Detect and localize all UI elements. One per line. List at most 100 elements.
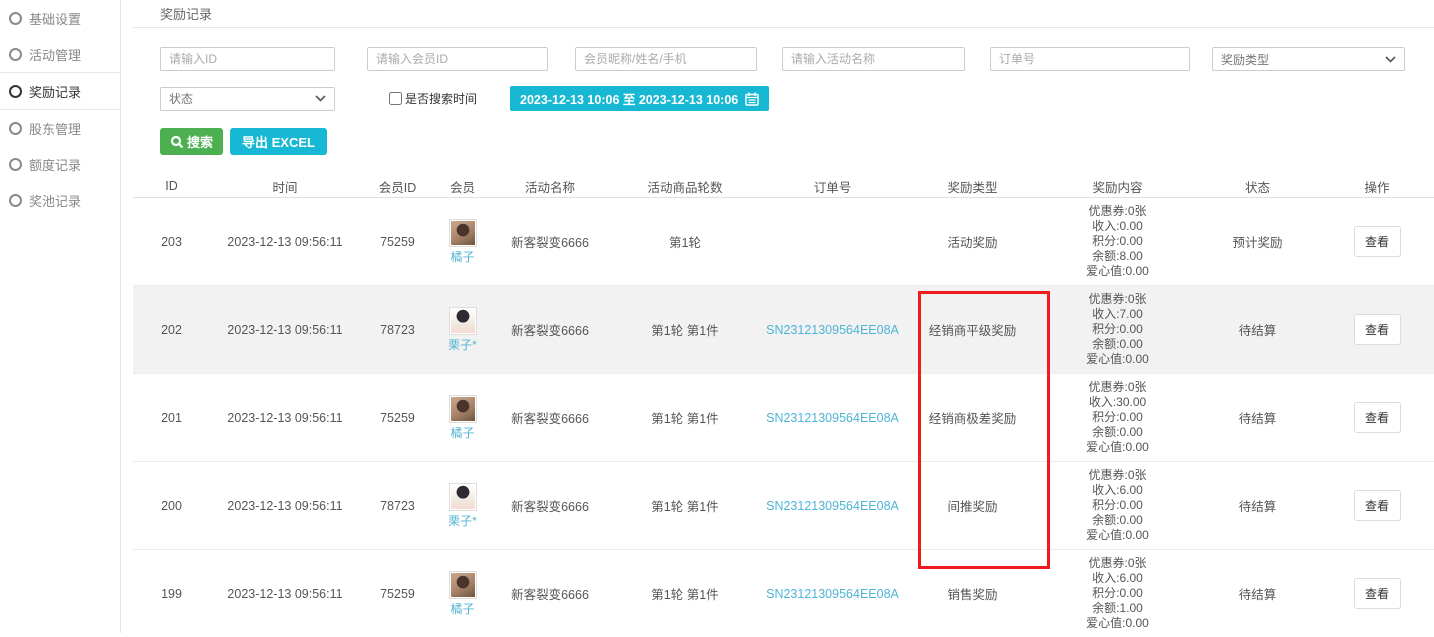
sidebar-item-basic-settings[interactable]: 基础设置 — [0, 0, 120, 36]
view-button[interactable]: 查看 — [1354, 490, 1401, 521]
row-reward-type: 活动奖励 — [905, 198, 1040, 286]
table-row: 2012023-12-13 09:56:1175259橘子新客裂变6666第1轮… — [133, 374, 1434, 462]
row-id: 203 — [133, 198, 210, 286]
col-header-order: 订单号 — [760, 175, 905, 198]
sidebar-item-label: 活动管理 — [29, 45, 81, 64]
row-time: 2023-12-13 09:56:11 — [210, 550, 360, 637]
sidebar-item-quota-records[interactable]: 额度记录 — [0, 146, 120, 182]
reward-content-line: 收入:6.00 — [1040, 571, 1195, 586]
view-button[interactable]: 查看 — [1354, 578, 1401, 609]
row-order: SN23121309564EE08A — [760, 462, 905, 550]
col-header-reward-content: 奖励内容 — [1040, 175, 1195, 198]
row-round: 第1轮 第1件 — [610, 374, 760, 462]
reward-content-line: 积分:0.00 — [1040, 498, 1195, 513]
order-number-link[interactable]: SN23121309564EE08A — [766, 499, 899, 513]
row-member: 橘子 — [435, 550, 490, 637]
row-reward-type: 间推奖励 — [905, 462, 1040, 550]
row-member: 橘子 — [435, 198, 490, 286]
row-action: 查看 — [1320, 374, 1434, 462]
row-round: 第1轮 第1件 — [610, 462, 760, 550]
col-header-time: 时间 — [210, 175, 360, 198]
search-time-checkbox-group: 是否搜索时间 — [389, 90, 477, 107]
radio-circle-icon — [9, 194, 22, 207]
row-status: 预计奖励 — [1195, 198, 1320, 286]
search-time-checkbox[interactable] — [389, 92, 402, 105]
member-id-input[interactable] — [367, 47, 548, 71]
col-header-round: 活动商品轮数 — [610, 175, 760, 198]
row-activity: 新客裂变6666 — [490, 462, 610, 550]
member-name-link[interactable]: 栗子* — [448, 336, 477, 353]
row-order: SN23121309564EE08A — [760, 550, 905, 637]
row-reward-content: 优惠券:0张收入:6.00积分:0.00余额:0.00爱心值:0.00 — [1040, 462, 1195, 550]
member-name-link[interactable]: 橘子 — [450, 600, 474, 617]
sidebar-item-shareholder-management[interactable]: 股东管理 — [0, 110, 120, 146]
sidebar: 基础设置 活动管理 奖励记录 股东管理 额度记录 奖池记录 — [0, 0, 121, 633]
status-select[interactable]: 状态 — [160, 87, 335, 111]
view-button[interactable]: 查看 — [1354, 402, 1401, 433]
search-button[interactable]: 搜索 — [160, 128, 223, 155]
reward-content-line: 优惠券:0张 — [1040, 380, 1195, 395]
order-number-link[interactable]: SN23121309564EE08A — [766, 323, 899, 337]
row-activity: 新客裂变6666 — [490, 550, 610, 637]
date-range-text: 2023-12-13 10:06 至 2023-12-13 10:06 — [520, 89, 738, 108]
row-member: 橘子 — [435, 374, 490, 462]
member-name-link[interactable]: 橘子 — [450, 424, 474, 441]
row-id: 199 — [133, 550, 210, 637]
reward-type-select[interactable]: 奖励类型 — [1212, 47, 1405, 71]
row-member-id: 78723 — [360, 286, 435, 374]
row-action: 查看 — [1320, 286, 1434, 374]
member-avatar — [449, 571, 477, 599]
export-excel-button[interactable]: 导出 EXCEL — [230, 128, 327, 155]
reward-content-line: 优惠券:0张 — [1040, 468, 1195, 483]
row-status: 待结算 — [1195, 374, 1320, 462]
sidebar-item-label: 奖励记录 — [29, 82, 81, 101]
reward-content-line: 爱心值:0.00 — [1040, 264, 1195, 279]
sidebar-item-label: 股东管理 — [29, 119, 81, 138]
activity-name-input[interactable] — [782, 47, 965, 71]
table-row: 1992023-12-13 09:56:1175259橘子新客裂变6666第1轮… — [133, 550, 1434, 637]
search-time-checkbox-label[interactable]: 是否搜索时间 — [405, 90, 477, 107]
page-title: 奖励记录 — [160, 4, 212, 23]
sidebar-item-activity-management[interactable]: 活动管理 — [0, 36, 120, 72]
app-root: 基础设置 活动管理 奖励记录 股东管理 额度记录 奖池记录 奖励记录 — [0, 0, 1434, 633]
view-button[interactable]: 查看 — [1354, 226, 1401, 257]
search-button-label: 搜索 — [187, 132, 213, 151]
chevron-down-icon — [315, 95, 326, 102]
table-header-row: ID 时间 会员ID 会员 活动名称 活动商品轮数 订单号 奖励类型 奖励内容 … — [133, 175, 1434, 198]
sidebar-item-prize-pool-records[interactable]: 奖池记录 — [0, 182, 120, 218]
table-row: 2032023-12-13 09:56:1175259橘子新客裂变6666第1轮… — [133, 198, 1434, 286]
row-time: 2023-12-13 09:56:11 — [210, 286, 360, 374]
date-range-button[interactable]: 2023-12-13 10:06 至 2023-12-13 10:06 — [510, 86, 769, 111]
member-name-input[interactable] — [575, 47, 757, 71]
row-action: 查看 — [1320, 550, 1434, 637]
reward-content-line: 收入:30.00 — [1040, 395, 1195, 410]
order-number-link[interactable]: SN23121309564EE08A — [766, 587, 899, 601]
order-number-input[interactable] — [990, 47, 1190, 71]
member-name-link[interactable]: 橘子 — [450, 248, 474, 265]
row-time: 2023-12-13 09:56:11 — [210, 198, 360, 286]
radio-circle-icon — [9, 122, 22, 135]
chevron-down-icon — [1385, 56, 1396, 63]
records-table: ID 时间 会员ID 会员 活动名称 活动商品轮数 订单号 奖励类型 奖励内容 … — [133, 175, 1434, 637]
id-input[interactable] — [160, 47, 335, 71]
view-button[interactable]: 查看 — [1354, 314, 1401, 345]
table-body: 2032023-12-13 09:56:1175259橘子新客裂变6666第1轮… — [133, 198, 1434, 637]
filter-row-1: 奖励类型 — [160, 47, 1434, 71]
row-member-id: 75259 — [360, 374, 435, 462]
sidebar-item-reward-records[interactable]: 奖励记录 — [0, 72, 120, 110]
row-order — [760, 198, 905, 286]
page-title-bar: 奖励记录 — [133, 0, 1434, 28]
col-header-member-id: 会员ID — [360, 175, 435, 198]
table-row: 2002023-12-13 09:56:1178723栗子*新客裂变6666第1… — [133, 462, 1434, 550]
order-number-link[interactable]: SN23121309564EE08A — [766, 411, 899, 425]
row-id: 202 — [133, 286, 210, 374]
filter-panel: 奖励类型 状态 是否搜索时间 2023-12-13 10:06 至 2023-1… — [133, 47, 1434, 155]
col-header-reward-type: 奖励类型 — [905, 175, 1040, 198]
radio-circle-icon — [9, 85, 22, 98]
row-status: 待结算 — [1195, 286, 1320, 374]
reward-type-select-value: 奖励类型 — [1221, 51, 1269, 68]
search-icon — [170, 135, 184, 149]
member-name-link[interactable]: 栗子* — [448, 512, 477, 529]
table-row: 2022023-12-13 09:56:1178723栗子*新客裂变6666第1… — [133, 286, 1434, 374]
reward-content-line: 收入:7.00 — [1040, 307, 1195, 322]
